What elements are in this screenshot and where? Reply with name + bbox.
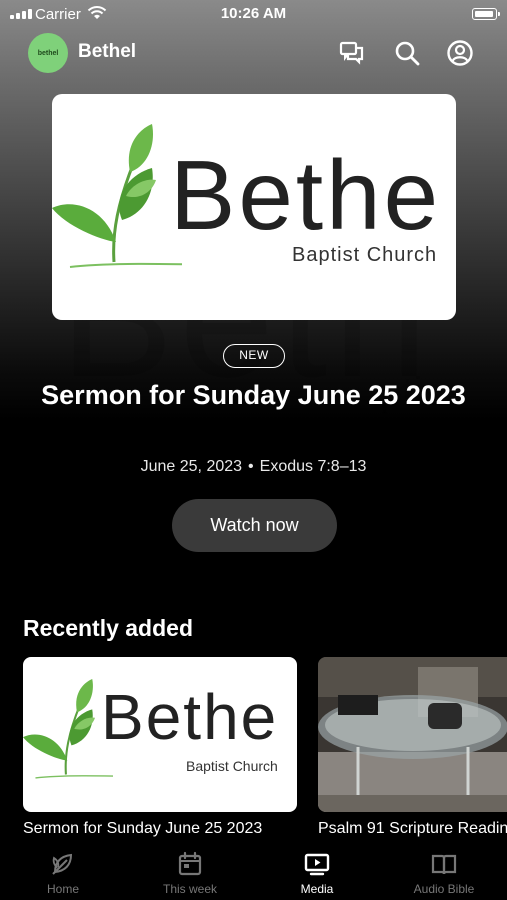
church-logo-text: bethel [37, 49, 59, 57]
recent-item-psalm-thumbnail[interactable] [318, 657, 507, 812]
leaf-icon [52, 853, 73, 875]
bottom-tab-bar: Home This week Media Audio Bible [0, 840, 507, 900]
battery-icon [472, 8, 500, 20]
tab-this-week-label: This week [162, 882, 218, 896]
recent-brand-text: Bethe [101, 681, 279, 753]
calendar-icon [178, 851, 202, 876]
tab-home[interactable]: Home [0, 840, 126, 900]
recent-item-psalm-title[interactable]: Psalm 91 Scripture Reading [318, 820, 507, 838]
recent-item-sermon-thumbnail[interactable]: Bethe Baptist Church [23, 657, 297, 812]
hero-brand-subtitle: Baptist Church [292, 244, 438, 266]
church-logo[interactable]: bethel [28, 33, 68, 73]
watch-now-button[interactable]: Watch now [172, 499, 337, 552]
tab-audio-bible-label: Audio Bible [413, 882, 475, 896]
meta-separator: • [248, 458, 254, 475]
sermon-scripture: Exodus 7:8–13 [259, 458, 367, 475]
recent-item-sermon-title[interactable]: Sermon for Sunday June 25 2023 [23, 820, 297, 838]
chat-icon[interactable] [338, 39, 366, 67]
leaf-logo-image [52, 124, 182, 268]
profile-icon[interactable] [446, 39, 474, 67]
featured-sermon-title: Sermon for Sunday June 25 2023 [41, 380, 466, 410]
app-title: Bethel [78, 41, 137, 62]
status-bar: Carrier 10:26 AM [0, 0, 507, 28]
featured-sermon-thumbnail[interactable]: Bethe Baptist Church [52, 94, 456, 320]
tab-home-label: Home [46, 882, 79, 896]
tab-media-label: Media [300, 882, 334, 896]
book-icon [431, 854, 457, 875]
recent-brand-subtitle: Baptist Church [186, 758, 278, 774]
status-time: 10:26 AM [220, 5, 287, 22]
app-header: bethel Bethel [0, 30, 507, 76]
tv-play-icon [304, 853, 330, 876]
table-photo-image [318, 657, 507, 812]
tab-this-week[interactable]: This week [127, 840, 253, 900]
recently-added-heading: Recently added [23, 615, 193, 641]
new-badge: NEW [223, 344, 285, 368]
hero-brand-text: Bethe [170, 140, 442, 250]
sermon-date: June 25, 2023 [140, 458, 243, 475]
leaf-logo-image [23, 678, 113, 779]
search-icon[interactable] [393, 39, 421, 67]
featured-sermon-meta: June 25, 2023 • Exodus 7:8–13 [0, 458, 507, 476]
tab-audio-bible[interactable]: Audio Bible [381, 840, 507, 900]
tab-media[interactable]: Media [254, 840, 380, 900]
